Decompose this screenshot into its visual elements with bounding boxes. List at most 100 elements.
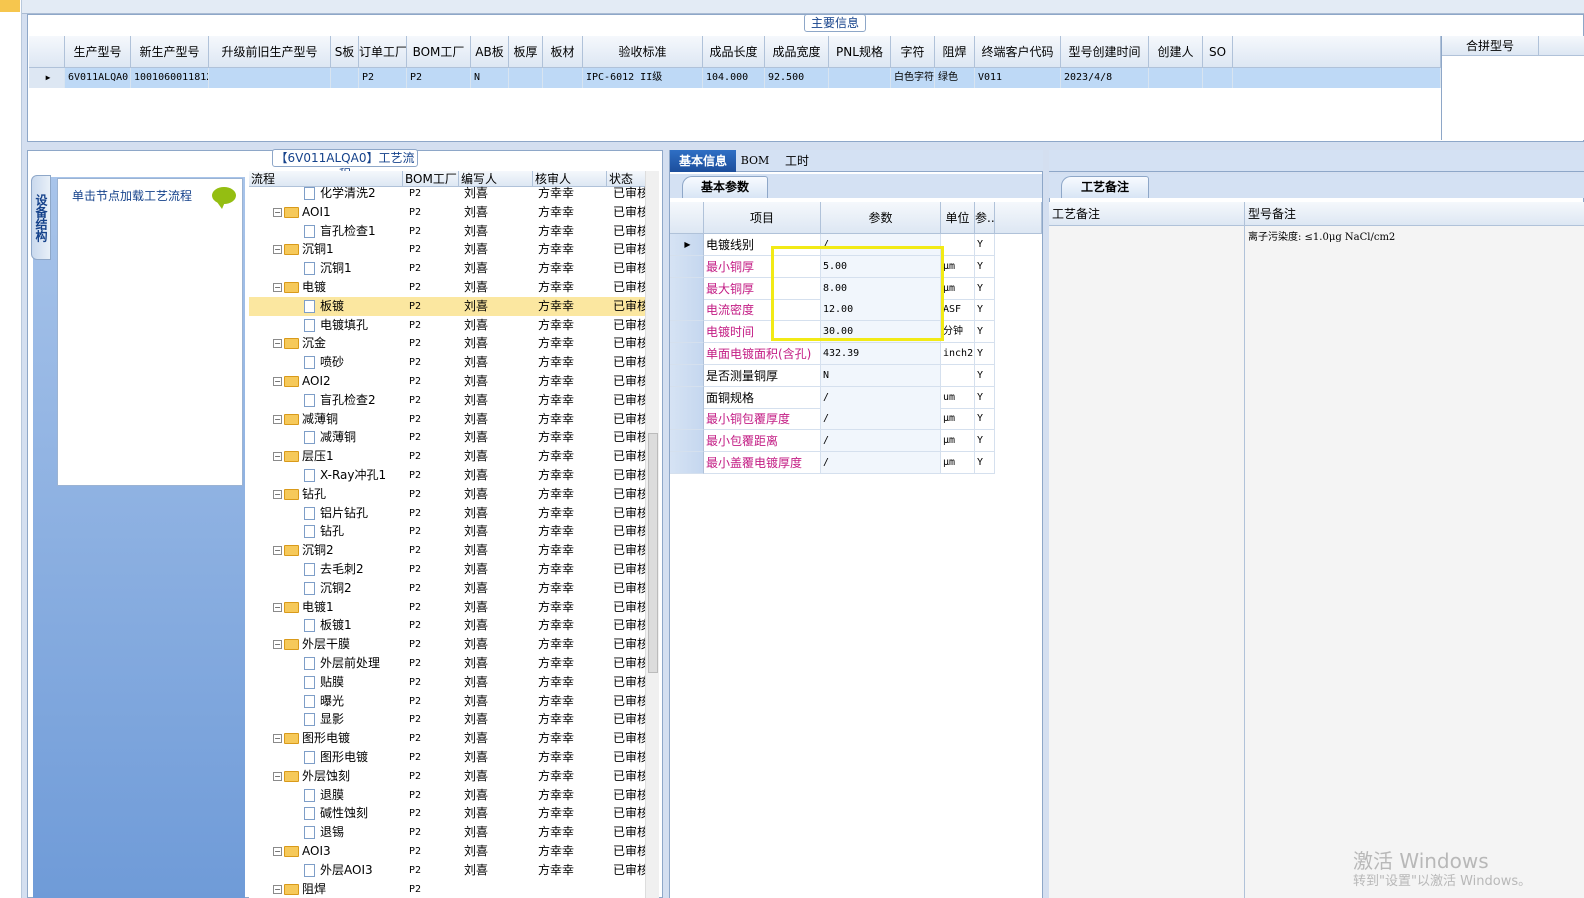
column-header[interactable]: 升级前旧生产型号	[209, 36, 331, 68]
row-indicator[interactable]	[670, 343, 704, 365]
tree-row[interactable]: − 层压1 P2 刘喜 方幸幸 已审核	[249, 447, 647, 466]
table-cell[interactable]	[331, 68, 359, 88]
param-flag[interactable]: Y	[975, 386, 995, 409]
tree-row[interactable]: − 沉铜1 P2 刘喜 方幸幸 已审核	[249, 240, 647, 259]
tree-row[interactable]: − 图形电镀 P2 刘喜 方幸幸 已审核	[249, 729, 647, 748]
column-header[interactable]: 终端客户代码	[975, 36, 1061, 68]
param-flag[interactable]: Y	[975, 277, 995, 300]
table-cell[interactable]: 92.500	[765, 68, 829, 88]
row-indicator[interactable]	[670, 430, 704, 453]
process-note-header[interactable]: 工艺备注	[1049, 202, 1245, 226]
tab-basic-params[interactable]: 基本参数	[682, 176, 768, 198]
tree-row[interactable]: 板镀1 P2 刘喜 方幸幸 已审核	[249, 616, 647, 635]
table-cell[interactable]	[509, 68, 543, 88]
left-edge-tab[interactable]	[0, 0, 20, 12]
tree-row[interactable]: 喷砂 P2 刘喜 方幸幸 已审核	[249, 353, 647, 372]
collapse-icon[interactable]: −	[273, 245, 282, 255]
table-cell[interactable]: 10010600118124	[131, 68, 209, 88]
tree-row[interactable]: 盲孔检查2 P2 刘喜 方幸幸 已审核	[249, 391, 647, 410]
column-header[interactable]: 板厚	[509, 36, 543, 68]
tab-process-notes[interactable]: 工艺备注	[1061, 176, 1149, 198]
param-row[interactable]: 是否测量铜厚 N Y	[670, 364, 1042, 387]
tree-row[interactable]: − 沉铜2 P2 刘喜 方幸幸 已审核	[249, 541, 647, 560]
tree-row[interactable]: 铝片钻孔 P2 刘喜 方幸幸 已审核	[249, 504, 647, 523]
tree-row[interactable]: 减薄铜 P2 刘喜 方幸幸 已审核	[249, 428, 647, 447]
table-cell[interactable]	[1203, 68, 1233, 88]
row-indicator[interactable]	[670, 255, 704, 278]
column-header[interactable]: 阻焊	[935, 36, 975, 68]
collapse-icon[interactable]: −	[273, 283, 282, 292]
tree-row[interactable]: − 电镀 P2 刘喜 方幸幸 已审核	[249, 278, 647, 297]
row-indicator[interactable]	[670, 277, 704, 300]
tree-row[interactable]: 电镀填孔 P2 刘喜 方幸幸 已审核	[249, 316, 647, 335]
param-value[interactable]: 432.39	[821, 343, 941, 365]
row-indicator[interactable]	[670, 452, 704, 474]
tree-row[interactable]: − AOI1 P2 刘喜 方幸幸 已审核	[249, 203, 647, 222]
param-flag[interactable]: Y	[975, 343, 995, 365]
model-note-header[interactable]: 型号备注	[1245, 202, 1584, 226]
collapse-icon[interactable]: −	[273, 489, 282, 499]
column-header[interactable]: SO	[1203, 36, 1233, 68]
row-indicator[interactable]	[670, 364, 704, 387]
tree-row[interactable]: X-Ray冲孔1 P2 刘喜 方幸幸 已审核	[249, 466, 647, 485]
collapse-icon[interactable]: −	[273, 452, 282, 462]
column-header[interactable]: 成品宽度	[765, 36, 829, 68]
tree-scrollbar[interactable]	[645, 171, 659, 898]
collapse-icon[interactable]: −	[273, 884, 282, 894]
param-flag[interactable]: Y	[975, 299, 995, 322]
tree-row[interactable]: 外层AOI3 P2 刘喜 方幸幸 已审核	[249, 861, 647, 880]
grid-corner[interactable]	[29, 36, 65, 68]
tree-row[interactable]: − 钻孔 P2 刘喜 方幸幸 已审核	[249, 485, 647, 504]
tree-row[interactable]: − 沉金 P2 刘喜 方幸幸 已审核	[249, 334, 647, 353]
param-column-header[interactable]: 参数	[821, 202, 941, 234]
merge-model-header[interactable]: 合拼型号	[1442, 36, 1539, 56]
tree-row[interactable]: 退锡 P2 刘喜 方幸幸 已审核	[249, 823, 647, 842]
param-value[interactable]: /	[821, 386, 941, 409]
row-indicator-icon[interactable]: ▶	[29, 68, 65, 88]
param-value[interactable]: /	[821, 430, 941, 453]
collapse-icon[interactable]: −	[273, 640, 282, 650]
param-row[interactable]: 最小铜包覆厚度 / μm Y	[670, 408, 1042, 431]
model-note-cell[interactable]: 离子污染度: ≤1.0μg NaCl/cm2	[1245, 226, 1584, 898]
table-cell[interactable]	[209, 68, 331, 88]
param-row[interactable]: 最小包覆距离 / μm Y	[670, 430, 1042, 453]
param-row[interactable]: 最小盖覆电镀厚度 / μm Y	[670, 452, 1042, 474]
table-cell[interactable]: N	[471, 68, 509, 88]
param-value[interactable]: /	[821, 452, 941, 474]
table-cell[interactable]: 2023/4/8	[1061, 68, 1149, 88]
column-header[interactable]: 型号创建时间	[1061, 36, 1149, 68]
tree-row[interactable]: − 减薄铜 P2 刘喜 方幸幸 已审核	[249, 410, 647, 429]
collapse-icon[interactable]: −	[273, 734, 282, 744]
tree-row[interactable]: 沉铜1 P2 刘喜 方幸幸 已审核	[249, 259, 647, 278]
param-flag[interactable]: Y	[975, 364, 995, 387]
collapse-icon[interactable]: −	[273, 602, 282, 612]
collapse-icon[interactable]: −	[273, 847, 282, 856]
row-indicator[interactable]	[670, 386, 704, 409]
param-flag[interactable]: Y	[975, 234, 995, 256]
tree-row[interactable]: 盲孔检查1 P2 刘喜 方幸幸 已审核	[249, 222, 647, 241]
horizontal-splitter[interactable]	[27, 142, 1584, 150]
tree-row[interactable]: 化学清洗2 P2 刘喜 方幸幸 已审核	[249, 184, 647, 203]
row-indicator-icon[interactable]: ▶	[670, 234, 704, 256]
param-flag[interactable]: Y	[975, 430, 995, 453]
tree-row[interactable]: 显影 P2 刘喜 方幸幸 已审核	[249, 710, 647, 729]
collapse-icon[interactable]: −	[273, 207, 282, 217]
tree-row[interactable]: 沉铜2 P2 刘喜 方幸幸 已审核	[249, 579, 647, 598]
tab-basic-info[interactable]: 基本信息	[670, 150, 736, 172]
column-header[interactable]: 创建人	[1149, 36, 1203, 68]
tree-row[interactable]: 外层前处理 P2 刘喜 方幸幸 已审核	[249, 654, 647, 673]
tree-row[interactable]: − 电镀1 P2 刘喜 方幸幸 已审核	[249, 598, 647, 617]
device-structure-tab[interactable]: 设备结构	[31, 175, 51, 260]
column-header[interactable]: PNL规格	[829, 36, 891, 68]
row-indicator[interactable]	[670, 299, 704, 322]
tree-row[interactable]: 曝光 P2 刘喜 方幸幸 已审核	[249, 692, 647, 711]
table-cell[interactable]: P2	[359, 68, 407, 88]
param-column-header[interactable]: 参..	[975, 202, 995, 234]
param-column-header[interactable]: 项目	[704, 202, 821, 234]
table-cell[interactable]: 104.000	[703, 68, 765, 88]
row-indicator[interactable]	[670, 321, 704, 344]
collapse-icon[interactable]: −	[273, 339, 282, 349]
column-header[interactable]: S板	[331, 36, 359, 68]
table-cell[interactable]: 绿色	[935, 68, 975, 88]
table-cell[interactable]: 白色字符	[891, 68, 935, 88]
